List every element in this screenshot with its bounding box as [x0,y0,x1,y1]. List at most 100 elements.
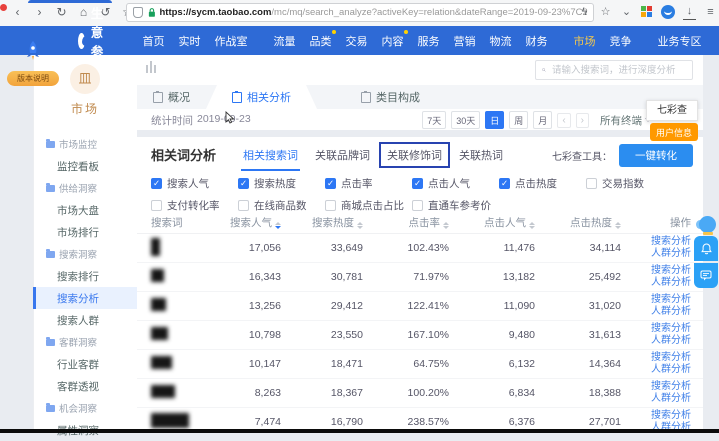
nav-item-competition[interactable]: 竞争 [610,33,632,49]
nav-item-finance[interactable]: 财务 [526,33,548,49]
sidebar-section-supply-insight[interactable]: 供给洞察 [33,177,137,199]
col-click-popularity[interactable]: 点击人气 [449,215,535,230]
subtab-related-brand-words[interactable]: 关联品牌词 [315,147,370,163]
nav-item-trade[interactable]: 交易 [346,33,368,49]
menu-icon[interactable]: ≡ [704,3,717,21]
sidebar-item-monitor-board[interactable]: 监控看板 [33,155,137,177]
feedback-chat-button[interactable] [694,263,718,288]
metric-mall-click-share[interactable]: 商城点击占比 [325,198,412,213]
tab-category-composition[interactable]: 类目构成 [345,85,436,109]
unit-week-button[interactable]: 周 [509,111,528,129]
metric-click-rate[interactable]: 点击率 [325,176,412,191]
checkbox-icon[interactable] [325,178,336,189]
search-analysis-link[interactable]: 搜索分析 [621,265,691,278]
col-search-heat[interactable]: 搜索热度 [281,215,363,230]
search-input[interactable] [550,64,686,77]
checkbox-icon[interactable] [412,200,423,211]
search-analysis-link[interactable]: 搜索分析 [621,381,691,394]
next-date-button[interactable]: › [576,113,589,128]
qicai-extension-popup[interactable]: 七彩查 [646,100,698,121]
one-key-convert-button[interactable]: 一键转化 [619,144,693,167]
metric-pay-conversion[interactable]: 支付转化率 [151,198,238,213]
checkbox-icon[interactable] [238,200,249,211]
mascot-icon[interactable] [696,215,717,235]
metric-click-heat[interactable]: 点击热度 [499,176,586,191]
version-note-label[interactable]: 版本说明 [7,71,59,86]
col-search-popularity[interactable]: 搜索人气 [201,215,281,230]
range-30d-button[interactable]: 30天 [451,111,480,129]
sidebar-item-market-overview[interactable]: 市场大盘 [33,199,137,221]
version-note-float[interactable]: 版本说明 [7,40,59,86]
window-close-dot[interactable] [0,4,7,11]
sidebar-item-search-ranking[interactable]: 搜索排行 [33,265,137,287]
nav-item-warroom[interactable]: 作战室 [215,33,248,49]
nav-item-marketing[interactable]: 营销 [454,33,476,49]
checkbox-icon[interactable] [325,200,336,211]
subtab-related-modifier-words[interactable]: 关联修饰词 [379,142,450,168]
checkbox-icon[interactable] [151,178,162,189]
user-info-badge[interactable]: 用户信息 [650,123,698,141]
sidebar-section-customer-insight[interactable]: 客群洞察 [33,331,137,353]
address-bar[interactable]: https://sycm.taobao.com/mc/mq/search_ana… [126,3,594,22]
checkbox-icon[interactable] [412,178,423,189]
notification-bell-button[interactable] [694,236,718,261]
flash-plugin-icon[interactable]: ϟ [578,3,591,21]
search-analysis-link[interactable]: 搜索分析 [621,410,691,423]
back-icon[interactable]: ‹ [10,4,25,21]
keyword-search-box[interactable] [535,60,693,80]
metric-search-popularity[interactable]: 搜索人气 [151,176,238,191]
apps-grid-icon[interactable] [641,6,653,18]
unit-day-button[interactable]: 日 [485,111,504,129]
metric-search-heat[interactable]: 搜索热度 [238,176,325,191]
nav-item-traffic[interactable]: 流量 [274,33,296,49]
crowd-analysis-link[interactable]: 人群分析 [621,277,691,290]
crowd-analysis-link[interactable]: 人群分析 [621,248,691,261]
sidebar-section-opportunity-insight[interactable]: 机会洞察 [33,397,137,419]
crowd-analysis-link[interactable]: 人群分析 [621,306,691,319]
nav-item-category[interactable]: 品类 [310,33,332,49]
metric-ztc-reference-price[interactable]: 直通车参考价 [412,198,499,213]
nav-item-realtime[interactable]: 实时 [179,33,201,49]
nav-item-market[interactable]: 市场 [574,33,596,49]
sidebar-item-industry-customers[interactable]: 行业客群 [33,353,137,375]
reader-shield-icon[interactable] [133,7,143,18]
sidebar-item-search-crowd[interactable]: 搜索人群 [33,309,137,331]
tab-overview[interactable]: 概况 [137,85,206,109]
search-analysis-link[interactable]: 搜索分析 [621,323,691,336]
col-click-heat[interactable]: 点击热度 [535,215,621,230]
prev-date-button[interactable]: ‹ [557,113,570,128]
sidebar-section-search-insight[interactable]: 搜索洞察 [33,243,137,265]
forward-icon[interactable]: › [32,4,47,21]
sidebar-item-customer-perspective[interactable]: 客群透视 [33,375,137,397]
checkbox-icon[interactable] [499,178,510,189]
crowd-analysis-link[interactable]: 人群分析 [621,364,691,377]
tab-related-analysis[interactable]: 相关分析 [206,85,317,109]
crowd-analysis-link[interactable]: 人群分析 [621,335,691,348]
favorite-star-icon[interactable]: ☆ [599,3,612,21]
nav-item-logistics[interactable]: 物流 [490,33,512,49]
sidebar-section-market-monitor[interactable]: 市场监控 [33,133,137,155]
metric-online-products[interactable]: 在线商品数 [238,198,325,213]
search-analysis-link[interactable]: 搜索分析 [621,236,691,249]
download-icon[interactable]: ↓ [683,4,696,20]
collapse-handle-icon[interactable] [146,61,156,73]
nav-item-home[interactable]: 首页 [143,33,165,49]
checkbox-icon[interactable] [238,178,249,189]
nav-item-service[interactable]: 服务 [418,33,440,49]
search-analysis-link[interactable]: 搜索分析 [621,294,691,307]
terminal-dropdown[interactable]: 所有终端 [600,113,651,128]
metric-trade-index[interactable]: 交易指数 [586,176,673,191]
metric-click-popularity[interactable]: 点击人气 [412,176,499,191]
chevron-down-icon[interactable]: ⌄ [620,3,633,21]
sidebar-item-search-analysis[interactable]: 搜索分析 [33,287,137,309]
refresh-icon[interactable]: ↻ [54,4,69,21]
range-7d-button[interactable]: 7天 [422,111,446,129]
crowd-analysis-link[interactable]: 人群分析 [621,393,691,406]
nav-item-business-zone[interactable]: 业务专区 [658,33,702,49]
crowd-analysis-link[interactable]: 人群分析 [621,422,691,429]
nav-item-content[interactable]: 内容 [382,33,404,49]
checkbox-icon[interactable] [151,200,162,211]
checkbox-icon[interactable] [586,178,597,189]
sidebar-item-market-ranking[interactable]: 市场排行 [33,221,137,243]
col-click-rate[interactable]: 点击率 [363,215,449,230]
